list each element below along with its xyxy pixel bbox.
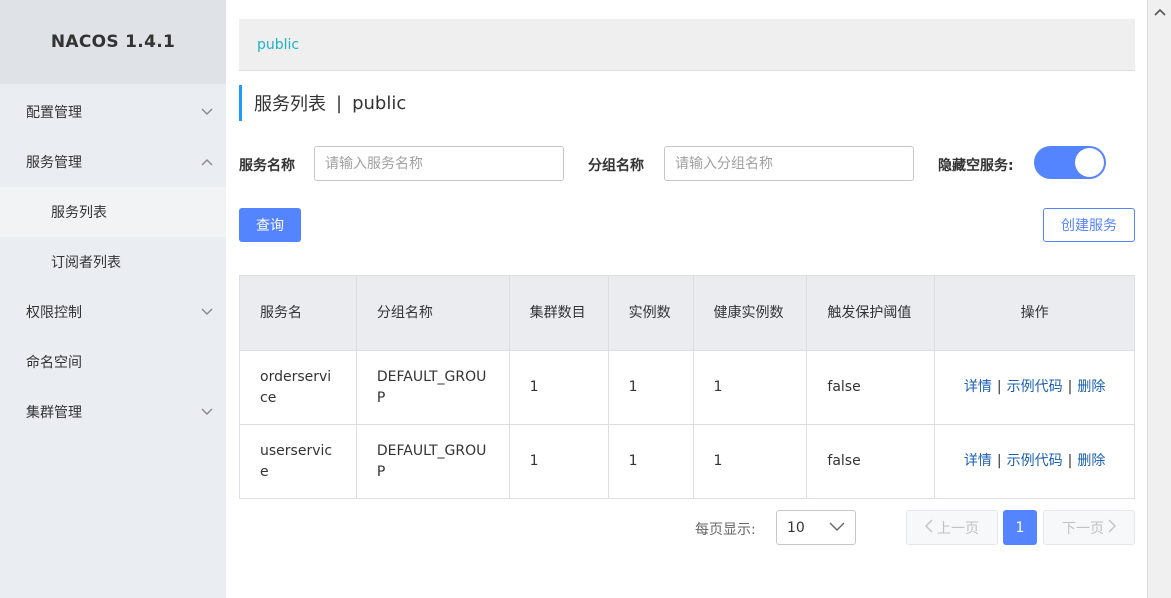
service-name-input[interactable] — [314, 146, 564, 181]
detail-link[interactable]: 详情 — [964, 379, 992, 395]
next-page-label: 下一页 — [1062, 520, 1104, 537]
brand-logo: NACOS 1.4.1 — [0, 0, 226, 84]
chevron-up-icon — [200, 155, 214, 169]
cluster-count-cell: 1 — [508, 350, 609, 425]
chevron-down-icon — [200, 405, 214, 419]
page-number-button[interactable]: 1 — [1003, 510, 1037, 545]
group-name-label: 分组名称 — [588, 158, 644, 174]
page-title-namespace: public — [352, 92, 407, 114]
group-name-cell: DEFAULT_GROUP — [355, 350, 510, 425]
page-title-text: 服务列表 — [254, 94, 326, 115]
op-separator: | — [1067, 379, 1073, 395]
sidebar-item-service-management[interactable]: 服务管理 — [0, 137, 226, 187]
table-header-row: 服务名 分组名称 集群数目 实例数 健康实例数 触发保护阈值 操作 — [239, 275, 1135, 351]
create-service-button[interactable]: 创建服务 — [1043, 208, 1135, 242]
chevron-left-icon — [925, 519, 933, 537]
service-table: 服务名 分组名称 集群数目 实例数 健康实例数 触发保护阈值 操作 orders… — [239, 275, 1135, 499]
protect-threshold-cell: false — [806, 350, 936, 425]
sidebar-item-label: 权限控制 — [26, 305, 82, 321]
main-content: public 服务列表 | public 服务名称 分组名称 隐藏空服务: 查询… — [226, 0, 1147, 598]
sidebar-item-label: 命名空间 — [26, 355, 82, 371]
chevron-down-icon — [829, 520, 845, 536]
detail-link[interactable]: 详情 — [964, 453, 992, 469]
healthy-count-cell: 1 — [692, 424, 808, 499]
table-row: orderservice DEFAULT_GROUP 1 1 1 false 详… — [239, 350, 1135, 425]
sidebar-item-namespace[interactable]: 命名空间 — [0, 337, 226, 387]
column-header: 分组名称 — [355, 275, 510, 351]
sidebar-item-label: 集群管理 — [26, 405, 82, 421]
sidebar-item-service-list[interactable]: 服务列表 — [0, 187, 226, 237]
instance-count-cell: 1 — [607, 424, 694, 499]
sidebar-item-config-management[interactable]: 配置管理 — [0, 87, 226, 137]
group-name-input[interactable] — [664, 146, 914, 181]
column-header: 健康实例数 — [692, 275, 808, 351]
op-separator: | — [996, 453, 1002, 469]
prev-page-label: 上一页 — [937, 520, 979, 537]
toggle-knob — [1075, 148, 1104, 177]
service-name-cell: userservice — [239, 424, 357, 499]
instance-count-cell: 1 — [607, 350, 694, 425]
sample-code-link[interactable]: 示例代码 — [1007, 379, 1063, 395]
namespace-bar: public — [239, 19, 1135, 71]
op-separator: | — [1067, 453, 1073, 469]
column-header: 实例数 — [607, 275, 694, 351]
service-name-label: 服务名称 — [239, 158, 295, 174]
delete-link[interactable]: 删除 — [1077, 379, 1105, 395]
op-separator: | — [996, 379, 1002, 395]
sidebar-item-label: 服务列表 — [51, 205, 107, 221]
per-page-label: 每页显示: — [695, 522, 756, 538]
sidebar-item-cluster-management[interactable]: 集群管理 — [0, 387, 226, 437]
sidebar-item-label: 配置管理 — [26, 105, 82, 121]
namespace-link-public[interactable]: public — [257, 37, 299, 53]
scroll-up-arrow-icon[interactable] — [1154, 4, 1166, 20]
sidebar-item-label: 订阅者列表 — [51, 255, 121, 271]
sidebar-item-access-control[interactable]: 权限控制 — [0, 287, 226, 337]
page-size-select[interactable]: 10 — [776, 510, 856, 545]
next-page-button[interactable]: 下一页 — [1043, 510, 1135, 545]
delete-link[interactable]: 删除 — [1077, 453, 1105, 469]
column-header: 服务名 — [239, 275, 357, 351]
chevron-down-icon — [200, 305, 214, 319]
sidebar-item-subscriber-list[interactable]: 订阅者列表 — [0, 237, 226, 287]
service-name-cell: orderservice — [239, 350, 357, 425]
sample-code-link[interactable]: 示例代码 — [1007, 453, 1063, 469]
query-button[interactable]: 查询 — [239, 208, 301, 242]
chevron-right-icon — [1108, 519, 1116, 537]
group-name-cell: DEFAULT_GROUP — [355, 424, 510, 499]
table-row: userservice DEFAULT_GROUP 1 1 1 false 详情… — [239, 424, 1135, 499]
chevron-down-icon — [200, 105, 214, 119]
column-header: 触发保护阈值 — [806, 275, 936, 351]
sidebar-menu: 配置管理 服务管理 服务列表 订阅者列表 权限控制 命名空间 集群管理 — [0, 87, 226, 437]
protect-threshold-cell: false — [806, 424, 936, 499]
column-header: 操作 — [934, 275, 1135, 351]
sidebar-item-label: 服务管理 — [26, 155, 82, 171]
page-title-separator: | — [336, 92, 343, 114]
page-size-value: 10 — [787, 519, 805, 536]
prev-page-button[interactable]: 上一页 — [906, 510, 998, 545]
vertical-scrollbar[interactable] — [1147, 0, 1171, 598]
column-header: 集群数目 — [508, 275, 609, 351]
cluster-count-cell: 1 — [508, 424, 609, 499]
operations-cell: 详情 | 示例代码 | 删除 — [934, 424, 1135, 499]
healthy-count-cell: 1 — [692, 350, 808, 425]
operations-cell: 详情 | 示例代码 | 删除 — [934, 350, 1135, 425]
hide-empty-toggle[interactable] — [1034, 146, 1106, 179]
hide-empty-label: 隐藏空服务: — [938, 158, 1014, 174]
sidebar: NACOS 1.4.1 配置管理 服务管理 服务列表 订阅者列表 权限控制 命名… — [0, 0, 226, 598]
page-title: 服务列表 | public — [239, 85, 406, 121]
